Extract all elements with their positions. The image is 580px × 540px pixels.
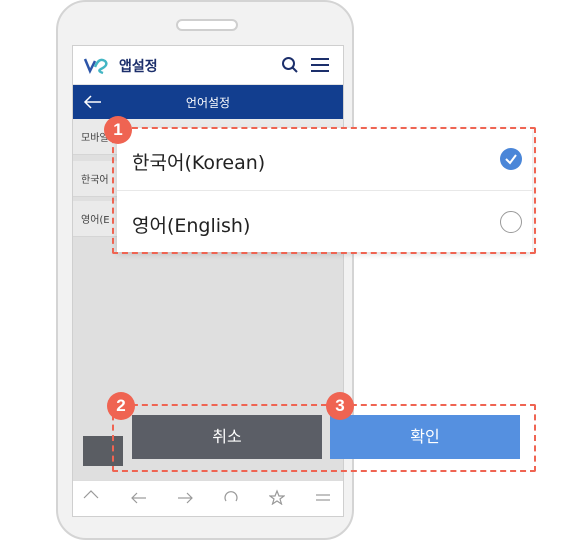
phone-speaker [176, 19, 238, 31]
star-icon[interactable] [269, 489, 285, 505]
menu-icon[interactable] [315, 489, 331, 505]
arrow-left-icon[interactable] [131, 489, 147, 505]
subheader-title: 언어설정 [185, 96, 231, 110]
step-badge-3: 3 [326, 392, 354, 420]
arrow-right-icon[interactable] [177, 489, 193, 505]
refresh-icon[interactable] [223, 489, 239, 505]
cancel-button[interactable]: 취소 [132, 415, 322, 459]
confirm-button[interactable]: 확인 [330, 415, 520, 459]
subheader: 언어설정 [73, 85, 343, 119]
step-badge-1: 1 [104, 116, 132, 144]
logo-icon [83, 58, 108, 75]
search-icon[interactable] [281, 56, 299, 74]
step-badge-2: 2 [107, 392, 135, 420]
menu-icon[interactable] [311, 57, 329, 73]
bottom-nav [73, 480, 343, 516]
app-title: 앱설정 [119, 59, 158, 75]
home-icon[interactable] [83, 489, 99, 505]
highlight-outline-options [112, 127, 536, 254]
app-header: 앱설정 [73, 46, 343, 85]
